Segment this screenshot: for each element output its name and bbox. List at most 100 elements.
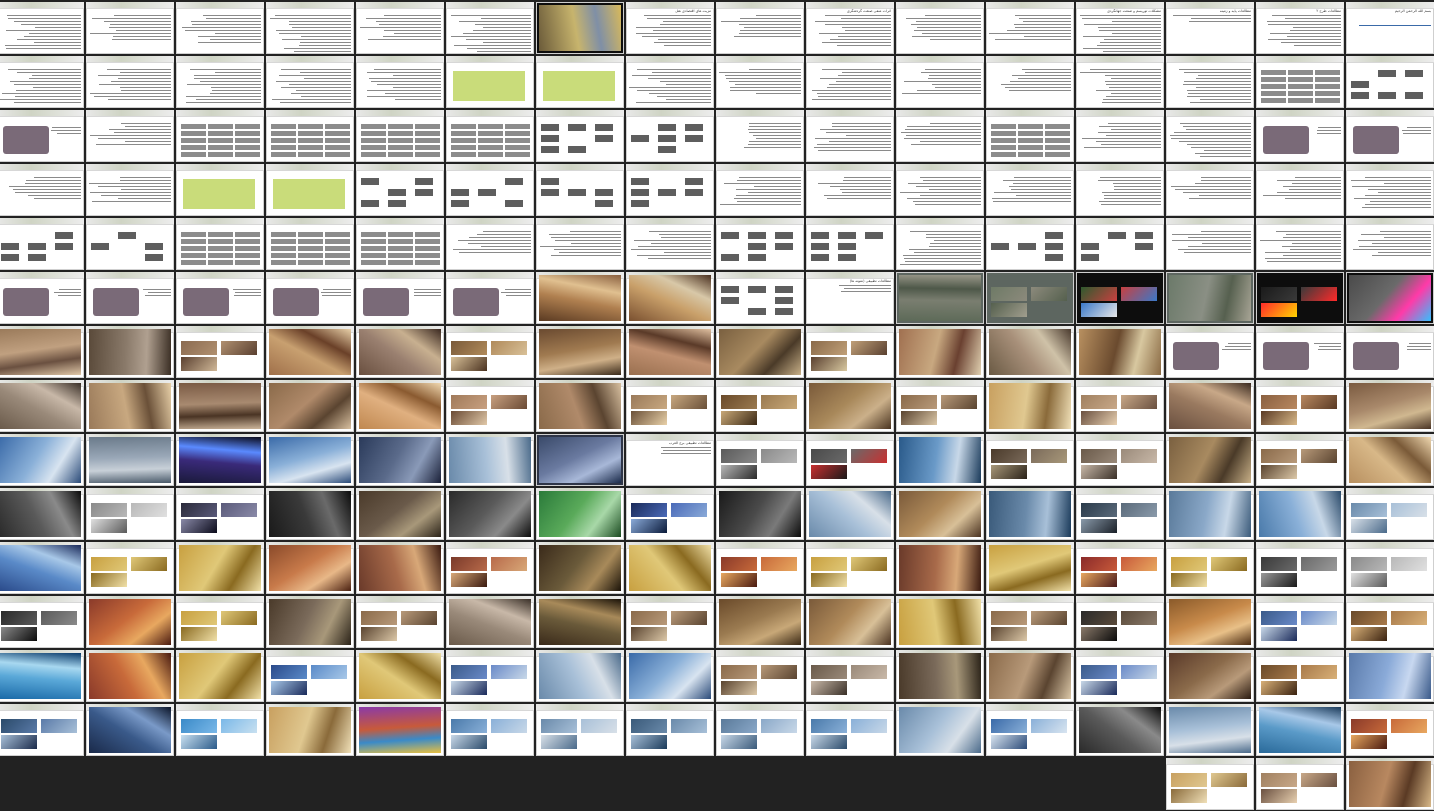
slide-thumbnail[interactable]	[0, 272, 84, 324]
slide-thumbnail[interactable]	[626, 218, 714, 270]
slide-thumbnail[interactable]	[0, 434, 84, 486]
slide-thumbnail[interactable]	[986, 326, 1074, 378]
slide-thumbnail[interactable]	[176, 650, 264, 702]
slide-thumbnail[interactable]	[356, 596, 444, 648]
slide-thumbnail[interactable]	[806, 596, 894, 648]
slide-thumbnail[interactable]	[806, 704, 894, 756]
slide-thumbnail[interactable]	[446, 650, 534, 702]
slide-thumbnail[interactable]	[1256, 488, 1344, 540]
slide-thumbnail[interactable]	[1076, 650, 1164, 702]
slide-thumbnail[interactable]	[896, 488, 984, 540]
slide-thumbnail[interactable]	[806, 326, 894, 378]
slide-thumbnail[interactable]	[536, 56, 624, 108]
slide-thumbnail[interactable]	[1166, 272, 1254, 324]
slide-thumbnail[interactable]	[986, 2, 1074, 54]
slide-thumbnail[interactable]	[1076, 434, 1164, 486]
slide-thumbnail[interactable]	[176, 326, 264, 378]
slide-thumbnail[interactable]	[1166, 758, 1254, 810]
slide-thumbnail[interactable]	[1076, 272, 1164, 324]
slide-thumbnail[interactable]	[446, 380, 534, 432]
slide-thumbnail[interactable]	[896, 596, 984, 648]
slide-thumbnail[interactable]	[176, 542, 264, 594]
slide-thumbnail[interactable]	[806, 542, 894, 594]
slide-thumbnail[interactable]	[446, 272, 534, 324]
slide-thumbnail[interactable]	[716, 434, 804, 486]
slide-thumbnail[interactable]	[806, 218, 894, 270]
slide-thumbnail[interactable]	[356, 704, 444, 756]
slide-thumbnail[interactable]	[0, 596, 84, 648]
slide-thumbnail[interactable]	[716, 650, 804, 702]
slide-thumbnail[interactable]	[356, 272, 444, 324]
slide-thumbnail[interactable]	[86, 542, 174, 594]
slide-thumbnail[interactable]	[536, 650, 624, 702]
slide-thumbnail[interactable]: اثرات منفی صنعت گردشگری	[806, 2, 894, 54]
slide-thumbnail[interactable]	[626, 542, 714, 594]
slide-thumbnail[interactable]	[356, 164, 444, 216]
slide-thumbnail[interactable]	[896, 56, 984, 108]
slide-thumbnail[interactable]	[536, 380, 624, 432]
slide-thumbnail[interactable]	[1346, 164, 1434, 216]
slide-thumbnail[interactable]	[536, 542, 624, 594]
slide-thumbnail[interactable]	[86, 650, 174, 702]
slide-thumbnail[interactable]	[986, 164, 1074, 216]
slide-thumbnail[interactable]	[1346, 218, 1434, 270]
slide-thumbnail[interactable]	[266, 164, 354, 216]
slide-thumbnail[interactable]: مزیت های اقتصادی هتل	[626, 2, 714, 54]
slide-thumbnail[interactable]	[356, 218, 444, 270]
slide-thumbnail[interactable]	[0, 380, 84, 432]
slide-thumbnail[interactable]	[806, 434, 894, 486]
slide-thumbnail[interactable]	[806, 650, 894, 702]
slide-thumbnail[interactable]	[1166, 488, 1254, 540]
slide-thumbnail[interactable]	[716, 704, 804, 756]
slide-thumbnail[interactable]	[626, 488, 714, 540]
slide-thumbnail[interactable]	[86, 326, 174, 378]
slide-thumbnail[interactable]	[356, 434, 444, 486]
slide-thumbnail[interactable]	[86, 488, 174, 540]
slide-thumbnail[interactable]	[356, 650, 444, 702]
slide-thumbnail[interactable]	[716, 326, 804, 378]
slide-thumbnail[interactable]	[716, 164, 804, 216]
slide-thumbnail[interactable]	[896, 704, 984, 756]
slide-thumbnail[interactable]	[176, 272, 264, 324]
slide-thumbnail[interactable]	[356, 326, 444, 378]
slide-thumbnail[interactable]	[986, 650, 1074, 702]
slide-thumbnail[interactable]	[986, 596, 1074, 648]
slide-thumbnail[interactable]	[1166, 326, 1254, 378]
slide-thumbnail[interactable]	[896, 218, 984, 270]
slide-thumbnail[interactable]	[266, 110, 354, 162]
slide-thumbnail[interactable]	[986, 56, 1074, 108]
slide-thumbnail[interactable]	[266, 434, 354, 486]
slide-thumbnail[interactable]	[1346, 488, 1434, 540]
slide-thumbnail[interactable]	[1256, 434, 1344, 486]
slide-thumbnail[interactable]	[266, 596, 354, 648]
slide-thumbnail[interactable]	[806, 164, 894, 216]
slide-thumbnail[interactable]	[446, 704, 534, 756]
slide-thumbnail[interactable]	[626, 110, 714, 162]
slide-thumbnail[interactable]	[446, 164, 534, 216]
slide-thumbnail[interactable]	[356, 380, 444, 432]
slide-thumbnail[interactable]: مطالعات تطبیقی برج العرب	[626, 434, 714, 486]
slide-thumbnail[interactable]	[1076, 542, 1164, 594]
slide-thumbnail[interactable]	[716, 596, 804, 648]
slide-thumbnail[interactable]	[176, 380, 264, 432]
slide-thumbnail[interactable]	[176, 704, 264, 756]
slide-thumbnail[interactable]	[806, 110, 894, 162]
slide-thumbnail[interactable]	[356, 542, 444, 594]
slide-thumbnail[interactable]: مطالعات طرح ۲	[1256, 2, 1344, 54]
slide-thumbnail[interactable]	[446, 56, 534, 108]
slide-thumbnail[interactable]	[896, 326, 984, 378]
slide-thumbnail[interactable]	[446, 110, 534, 162]
slide-thumbnail[interactable]	[626, 326, 714, 378]
slide-thumbnail[interactable]	[1166, 704, 1254, 756]
slide-thumbnail[interactable]	[716, 2, 804, 54]
slide-thumbnail[interactable]	[176, 110, 264, 162]
slide-thumbnail[interactable]	[626, 596, 714, 648]
slide-thumbnail[interactable]	[1256, 326, 1344, 378]
slide-thumbnail[interactable]	[1346, 380, 1434, 432]
slide-thumbnail[interactable]	[896, 380, 984, 432]
slide-thumbnail[interactable]	[536, 434, 624, 486]
slide-thumbnail[interactable]	[626, 164, 714, 216]
slide-thumbnail[interactable]	[1256, 650, 1344, 702]
slide-thumbnail[interactable]	[86, 596, 174, 648]
slide-thumbnail[interactable]	[986, 218, 1074, 270]
